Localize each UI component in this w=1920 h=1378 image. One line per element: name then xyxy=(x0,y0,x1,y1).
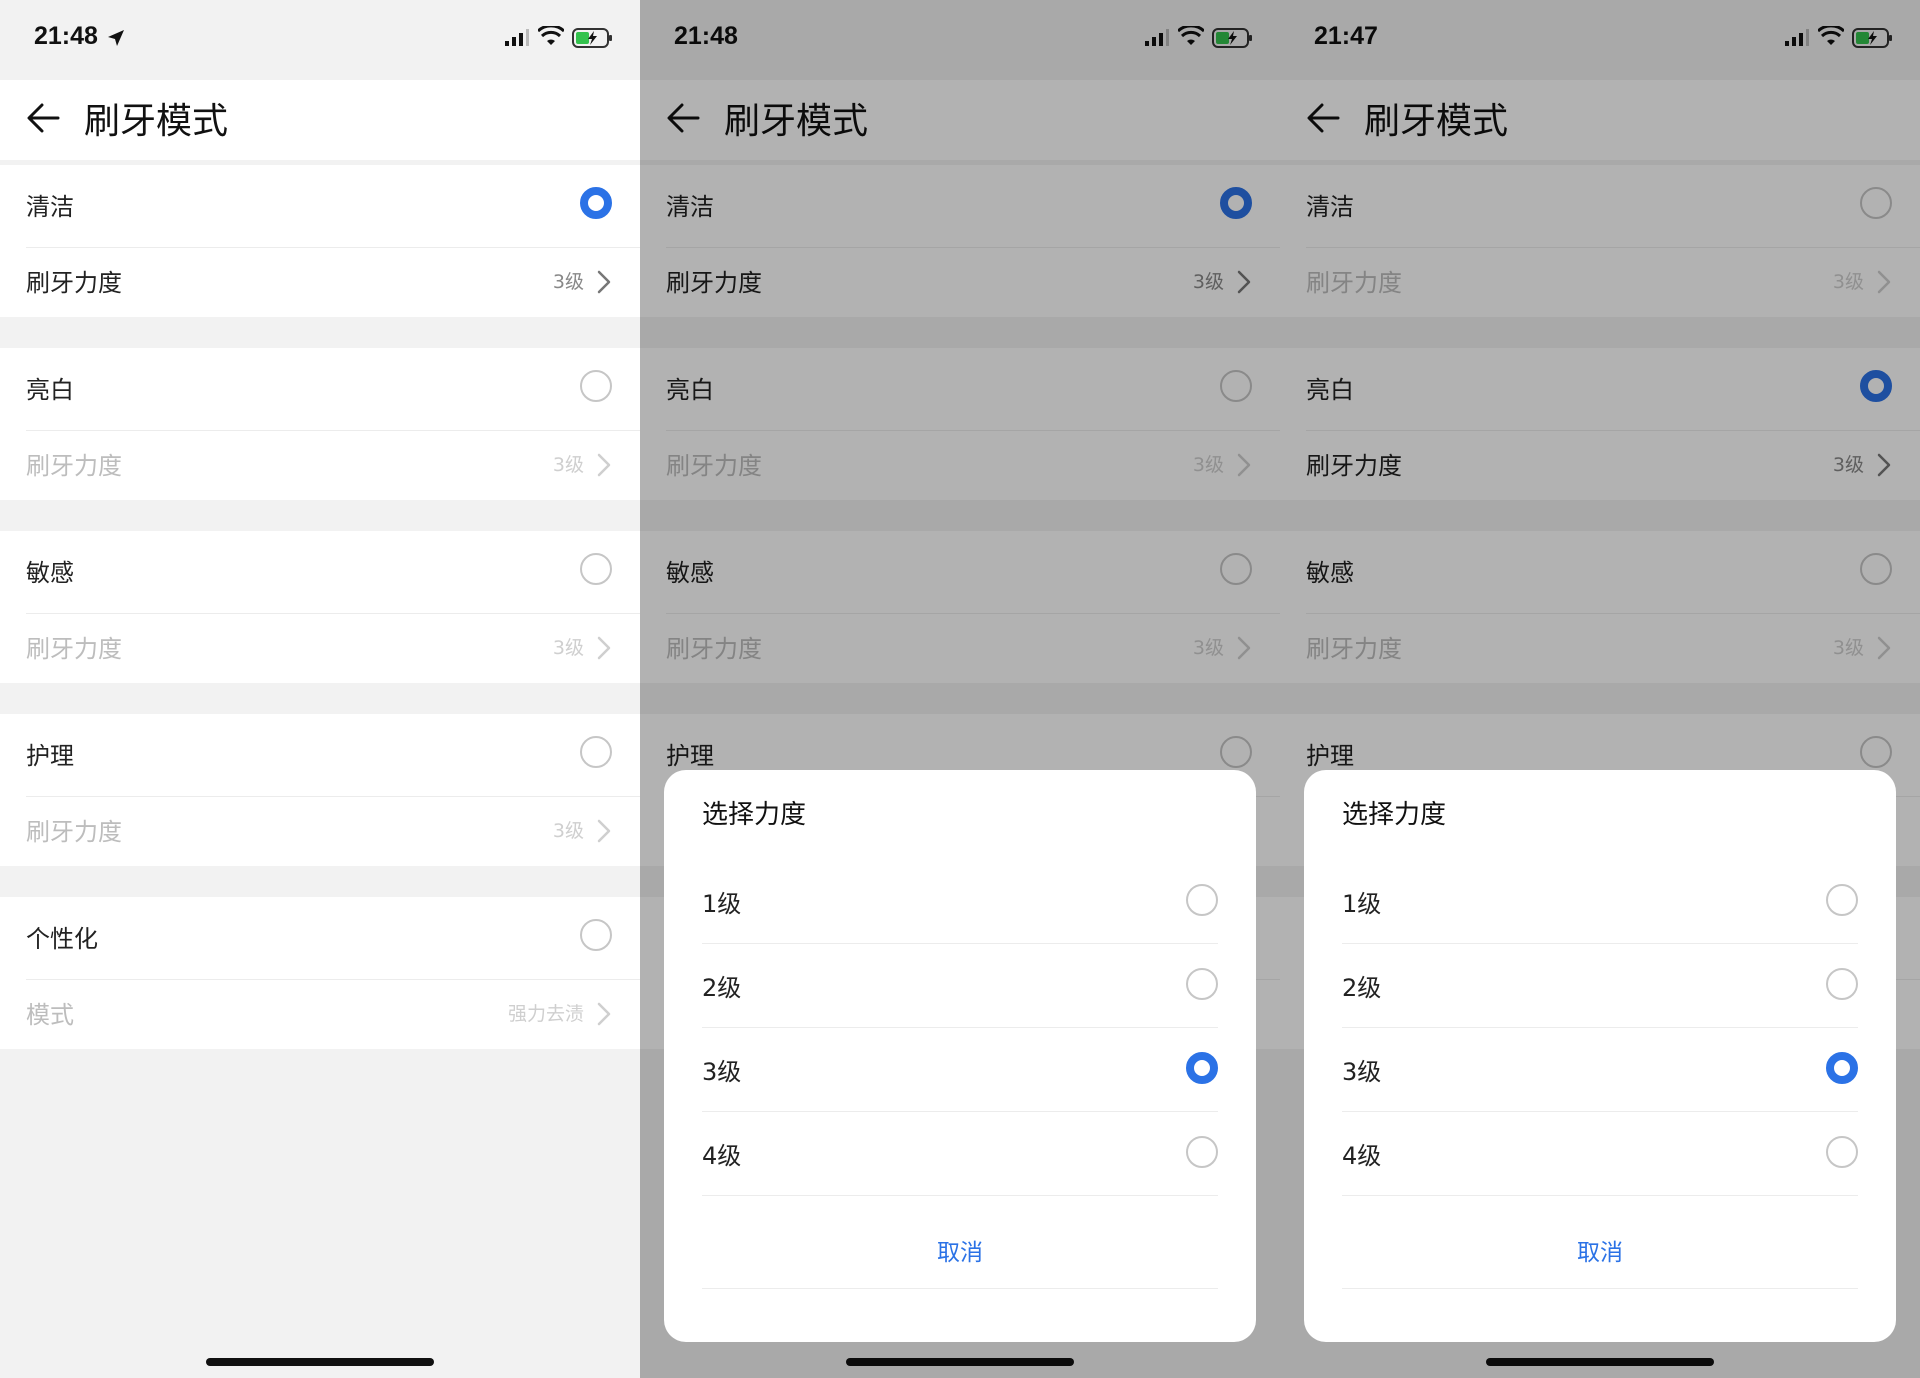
mode-row[interactable]: 亮白 xyxy=(0,348,640,430)
option-radio[interactable] xyxy=(1826,884,1858,916)
mode-radio[interactable] xyxy=(580,736,612,768)
strength-option[interactable]: 4级 xyxy=(702,1112,1218,1196)
dialog-divider xyxy=(702,1288,1218,1289)
option-radio[interactable] xyxy=(1186,1052,1218,1084)
setting-value: 3级 xyxy=(552,271,584,293)
option-radio[interactable] xyxy=(1186,968,1218,1000)
home-indicator[interactable] xyxy=(206,1358,434,1366)
setting-row[interactable]: 刷牙力度 3级 xyxy=(0,247,640,317)
strength-option[interactable]: 4级 xyxy=(1342,1112,1858,1196)
phone-screen: 21:48刷牙模式清洁刷牙力度3级亮白刷牙力度3级敏感刷牙力度3级护理刷牙力度3… xyxy=(0,0,640,1378)
phone-screen: 21:48刷牙模式清洁刷牙力度3级亮白刷牙力度3级敏感刷牙力度3级护理刷牙力度3… xyxy=(640,0,1280,1378)
setting-value: 3级 xyxy=(552,454,584,476)
phone-screen: 21:47刷牙模式清洁刷牙力度3级亮白刷牙力度3级敏感刷牙力度3级护理刷牙力度3… xyxy=(1280,0,1920,1378)
option-label: 3级 xyxy=(1342,1058,1382,1086)
strength-option[interactable]: 2级 xyxy=(702,944,1218,1028)
screenshot-stage: 21:48 刷牙模式 清洁 刷牙力度 3级 亮白 刷牙力度 3级 敏感 刷牙力度 3级 护理 刷牙力度 3… xyxy=(0,0,1920,1378)
mode-label: 亮白 xyxy=(26,376,74,404)
mode-radio[interactable] xyxy=(580,919,612,951)
status-bar: 21:48 xyxy=(0,0,640,80)
mode-group: 敏感刷牙力度 3级 xyxy=(0,531,640,683)
option-radio[interactable] xyxy=(1186,1136,1218,1168)
setting-row: 刷牙力度 3级 xyxy=(0,430,640,500)
mode-group: 清洁刷牙力度 3级 xyxy=(0,165,640,317)
mode-row[interactable]: 清洁 xyxy=(0,165,640,247)
setting-row: 刷牙力度 3级 xyxy=(0,613,640,683)
mode-label: 个性化 xyxy=(26,925,98,953)
nav-header: 刷牙模式 xyxy=(0,80,640,160)
mode-row[interactable]: 敏感 xyxy=(0,531,640,613)
mode-row[interactable]: 个性化 xyxy=(0,897,640,979)
dialog-divider xyxy=(1342,1288,1858,1289)
setting-label: 模式 xyxy=(26,1001,74,1029)
option-radio[interactable] xyxy=(1826,968,1858,1000)
status-time: 21:48 xyxy=(34,22,98,50)
strength-option[interactable]: 3级 xyxy=(702,1028,1218,1112)
option-label: 1级 xyxy=(1342,890,1382,918)
mode-group: 护理刷牙力度 3级 xyxy=(0,714,640,866)
chevron-right-icon xyxy=(596,818,612,844)
option-label: 4级 xyxy=(702,1142,742,1170)
chevron-right-icon[interactable] xyxy=(596,269,612,295)
setting-label: 刷牙力度 xyxy=(26,269,122,297)
option-radio[interactable] xyxy=(1826,1136,1858,1168)
mode-label: 敏感 xyxy=(26,559,74,587)
setting-label: 刷牙力度 xyxy=(26,635,122,663)
setting-row: 刷牙力度 3级 xyxy=(0,796,640,866)
option-divider xyxy=(1342,1195,1858,1196)
strength-option[interactable]: 2级 xyxy=(1342,944,1858,1028)
chevron-right-icon xyxy=(596,1001,612,1027)
strength-dialog: 选择力度 1级 2级 3级 4级取消 xyxy=(1304,770,1896,1342)
mode-radio[interactable] xyxy=(580,187,612,219)
setting-value: 3级 xyxy=(552,637,584,659)
option-label: 2级 xyxy=(702,974,742,1002)
option-divider xyxy=(702,1195,1218,1196)
mode-group: 亮白刷牙力度 3级 xyxy=(0,348,640,500)
setting-value: 3级 xyxy=(552,820,584,842)
wifi-icon xyxy=(536,24,566,48)
page-title: 刷牙模式 xyxy=(84,101,229,142)
setting-label: 刷牙力度 xyxy=(26,818,122,846)
battery-charging-icon xyxy=(572,27,614,49)
strength-option[interactable]: 1级 xyxy=(1342,860,1858,944)
cellular-signal-icon xyxy=(504,28,530,48)
option-radio[interactable] xyxy=(1826,1052,1858,1084)
strength-option[interactable]: 1级 xyxy=(702,860,1218,944)
cancel-button[interactable]: 取消 xyxy=(1304,1228,1896,1278)
cancel-button[interactable]: 取消 xyxy=(664,1228,1256,1278)
mode-radio[interactable] xyxy=(580,553,612,585)
setting-label: 刷牙力度 xyxy=(26,452,122,480)
chevron-right-icon xyxy=(596,635,612,661)
strength-option[interactable]: 3级 xyxy=(1342,1028,1858,1112)
mode-label: 清洁 xyxy=(26,193,74,221)
option-label: 3级 xyxy=(702,1058,742,1086)
chevron-right-icon xyxy=(596,452,612,478)
option-label: 4级 xyxy=(1342,1142,1382,1170)
mode-label: 护理 xyxy=(26,742,74,770)
back-arrow-icon[interactable] xyxy=(24,98,64,138)
location-arrow-icon xyxy=(106,28,126,48)
setting-value: 强力去渍 xyxy=(507,1003,584,1025)
dialog-title: 选择力度 xyxy=(1342,800,1447,830)
option-label: 1级 xyxy=(702,890,742,918)
mode-group: 个性化模式 强力去渍 xyxy=(0,897,640,1049)
option-label: 2级 xyxy=(1342,974,1382,1002)
mode-row[interactable]: 护理 xyxy=(0,714,640,796)
strength-dialog: 选择力度 1级 2级 3级 4级取消 xyxy=(664,770,1256,1342)
dialog-title: 选择力度 xyxy=(702,800,807,830)
setting-row: 模式 强力去渍 xyxy=(0,979,640,1049)
mode-radio[interactable] xyxy=(580,370,612,402)
option-radio[interactable] xyxy=(1186,884,1218,916)
